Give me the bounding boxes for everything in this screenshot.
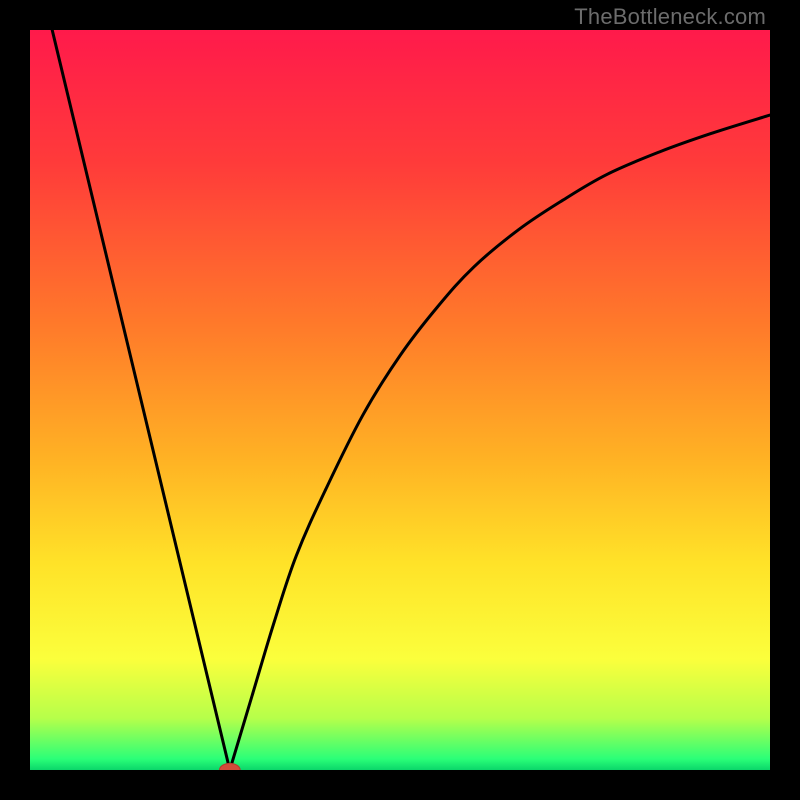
watermark-text: TheBottleneck.com	[574, 4, 766, 30]
chart-frame	[30, 30, 770, 770]
bottleneck-chart	[30, 30, 770, 770]
